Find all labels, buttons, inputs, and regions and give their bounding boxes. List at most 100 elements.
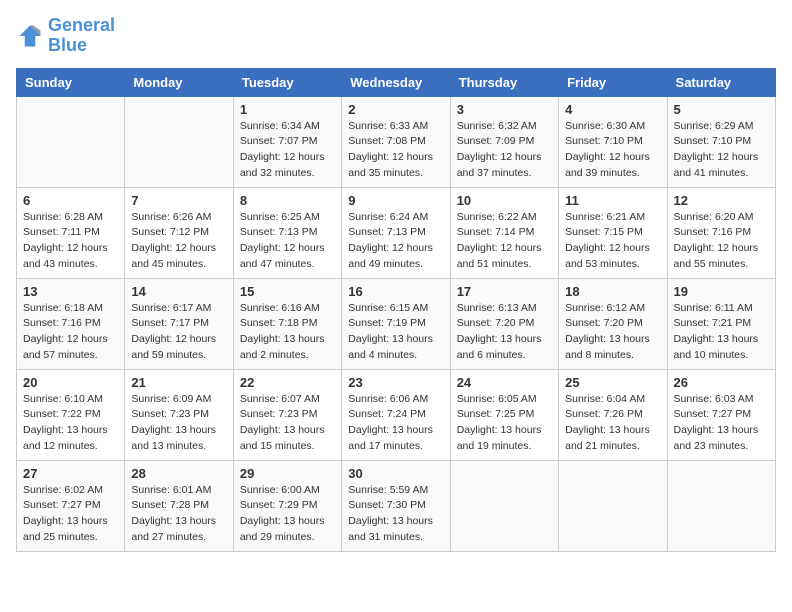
day-info: Sunrise: 6:26 AMSunset: 7:12 PMDaylight:… — [131, 210, 226, 273]
weekday-header: Monday — [125, 68, 233, 96]
day-number: 13 — [23, 284, 118, 299]
day-number: 25 — [565, 375, 660, 390]
calendar-week-row: 13 Sunrise: 6:18 AMSunset: 7:16 PMDayligh… — [17, 278, 776, 369]
day-number: 17 — [457, 284, 552, 299]
page-header: General Blue — [16, 16, 776, 56]
day-info: Sunrise: 6:09 AMSunset: 7:23 PMDaylight:… — [131, 392, 226, 455]
day-info: Sunrise: 6:03 AMSunset: 7:27 PMDaylight:… — [674, 392, 769, 455]
calendar-cell: 13 Sunrise: 6:18 AMSunset: 7:16 PMDayligh… — [17, 278, 125, 369]
calendar-cell: 14 Sunrise: 6:17 AMSunset: 7:17 PMDayligh… — [125, 278, 233, 369]
day-number: 18 — [565, 284, 660, 299]
day-number: 27 — [23, 466, 118, 481]
day-info: Sunrise: 6:28 AMSunset: 7:11 PMDaylight:… — [23, 210, 118, 273]
day-info: Sunrise: 6:06 AMSunset: 7:24 PMDaylight:… — [348, 392, 443, 455]
day-info: Sunrise: 6:24 AMSunset: 7:13 PMDaylight:… — [348, 210, 443, 273]
calendar-week-row: 1 Sunrise: 6:34 AMSunset: 7:07 PMDaylight… — [17, 96, 776, 187]
calendar-cell: 4 Sunrise: 6:30 AMSunset: 7:10 PMDaylight… — [559, 96, 667, 187]
day-number: 4 — [565, 102, 660, 117]
day-number: 23 — [348, 375, 443, 390]
day-info: Sunrise: 6:13 AMSunset: 7:20 PMDaylight:… — [457, 301, 552, 364]
calendar-cell — [450, 460, 558, 551]
day-info: Sunrise: 6:16 AMSunset: 7:18 PMDaylight:… — [240, 301, 335, 364]
day-info: Sunrise: 6:17 AMSunset: 7:17 PMDaylight:… — [131, 301, 226, 364]
day-info: Sunrise: 6:05 AMSunset: 7:25 PMDaylight:… — [457, 392, 552, 455]
day-info: Sunrise: 6:22 AMSunset: 7:14 PMDaylight:… — [457, 210, 552, 273]
weekday-header: Sunday — [17, 68, 125, 96]
day-number: 3 — [457, 102, 552, 117]
day-number: 7 — [131, 193, 226, 208]
calendar-cell: 25 Sunrise: 6:04 AMSunset: 7:26 PMDayligh… — [559, 369, 667, 460]
day-number: 20 — [23, 375, 118, 390]
day-number: 5 — [674, 102, 769, 117]
day-info: Sunrise: 6:21 AMSunset: 7:15 PMDaylight:… — [565, 210, 660, 273]
calendar-cell: 5 Sunrise: 6:29 AMSunset: 7:10 PMDaylight… — [667, 96, 775, 187]
calendar-cell: 20 Sunrise: 6:10 AMSunset: 7:22 PMDayligh… — [17, 369, 125, 460]
calendar-cell: 3 Sunrise: 6:32 AMSunset: 7:09 PMDaylight… — [450, 96, 558, 187]
calendar-cell: 9 Sunrise: 6:24 AMSunset: 7:13 PMDaylight… — [342, 187, 450, 278]
day-info: Sunrise: 6:12 AMSunset: 7:20 PMDaylight:… — [565, 301, 660, 364]
day-number: 21 — [131, 375, 226, 390]
day-number: 30 — [348, 466, 443, 481]
day-info: Sunrise: 6:20 AMSunset: 7:16 PMDaylight:… — [674, 210, 769, 273]
day-number: 14 — [131, 284, 226, 299]
calendar-cell: 10Sunrise: 6:22 AMSunset: 7:14 PMDayligh… — [450, 187, 558, 278]
day-number: 29 — [240, 466, 335, 481]
day-info: Sunrise: 6:07 AMSunset: 7:23 PMDaylight:… — [240, 392, 335, 455]
calendar-cell: 30 Sunrise: 5:59 AMSunset: 7:30 PMDayligh… — [342, 460, 450, 551]
weekday-header: Saturday — [667, 68, 775, 96]
calendar-week-row: 20 Sunrise: 6:10 AMSunset: 7:22 PMDayligh… — [17, 369, 776, 460]
calendar-cell: 12 Sunrise: 6:20 AMSunset: 7:16 PMDayligh… — [667, 187, 775, 278]
weekday-header: Thursday — [450, 68, 558, 96]
day-info: Sunrise: 6:18 AMSunset: 7:16 PMDaylight:… — [23, 301, 118, 364]
day-info: Sunrise: 6:10 AMSunset: 7:22 PMDaylight:… — [23, 392, 118, 455]
day-info: Sunrise: 6:25 AMSunset: 7:13 PMDaylight:… — [240, 210, 335, 273]
weekday-header: Tuesday — [233, 68, 341, 96]
calendar-cell: 19Sunrise: 6:11 AMSunset: 7:21 PMDayligh… — [667, 278, 775, 369]
day-number: 24 — [457, 375, 552, 390]
calendar-cell: 18 Sunrise: 6:12 AMSunset: 7:20 PMDayligh… — [559, 278, 667, 369]
weekday-header: Wednesday — [342, 68, 450, 96]
day-number: 11 — [565, 193, 660, 208]
day-info: Sunrise: 6:04 AMSunset: 7:26 PMDaylight:… — [565, 392, 660, 455]
calendar-week-row: 6Sunrise: 6:28 AMSunset: 7:11 PMDaylight… — [17, 187, 776, 278]
calendar-cell: 21 Sunrise: 6:09 AMSunset: 7:23 PMDayligh… — [125, 369, 233, 460]
day-number: 16 — [348, 284, 443, 299]
calendar-cell: 8Sunrise: 6:25 AMSunset: 7:13 PMDaylight… — [233, 187, 341, 278]
day-info: Sunrise: 6:30 AMSunset: 7:10 PMDaylight:… — [565, 119, 660, 182]
calendar-cell — [667, 460, 775, 551]
calendar-cell: 16 Sunrise: 6:15 AMSunset: 7:19 PMDayligh… — [342, 278, 450, 369]
day-info: Sunrise: 6:01 AMSunset: 7:28 PMDaylight:… — [131, 483, 226, 546]
day-number: 9 — [348, 193, 443, 208]
calendar-cell: 23 Sunrise: 6:06 AMSunset: 7:24 PMDayligh… — [342, 369, 450, 460]
day-number: 15 — [240, 284, 335, 299]
day-number: 1 — [240, 102, 335, 117]
calendar-cell: 7 Sunrise: 6:26 AMSunset: 7:12 PMDaylight… — [125, 187, 233, 278]
calendar-cell — [125, 96, 233, 187]
calendar-cell: 6Sunrise: 6:28 AMSunset: 7:11 PMDaylight… — [17, 187, 125, 278]
day-info: Sunrise: 6:00 AMSunset: 7:29 PMDaylight:… — [240, 483, 335, 546]
day-info: Sunrise: 5:59 AMSunset: 7:30 PMDaylight:… — [348, 483, 443, 546]
day-info: Sunrise: 6:32 AMSunset: 7:09 PMDaylight:… — [457, 119, 552, 182]
calendar-cell: 2Sunrise: 6:33 AMSunset: 7:08 PMDaylight… — [342, 96, 450, 187]
calendar-cell: 11 Sunrise: 6:21 AMSunset: 7:15 PMDayligh… — [559, 187, 667, 278]
calendar-cell: 28 Sunrise: 6:01 AMSunset: 7:28 PMDayligh… — [125, 460, 233, 551]
day-number: 28 — [131, 466, 226, 481]
calendar-cell: 26Sunrise: 6:03 AMSunset: 7:27 PMDayligh… — [667, 369, 775, 460]
calendar-cell: 15 Sunrise: 6:16 AMSunset: 7:18 PMDayligh… — [233, 278, 341, 369]
calendar-cell: 29 Sunrise: 6:00 AMSunset: 7:29 PMDayligh… — [233, 460, 341, 551]
day-number: 22 — [240, 375, 335, 390]
logo: General Blue — [16, 16, 115, 56]
calendar-cell: 1 Sunrise: 6:34 AMSunset: 7:07 PMDaylight… — [233, 96, 341, 187]
calendar-cell: 27 Sunrise: 6:02 AMSunset: 7:27 PMDayligh… — [17, 460, 125, 551]
day-info: Sunrise: 6:34 AMSunset: 7:07 PMDaylight:… — [240, 119, 335, 182]
day-info: Sunrise: 6:15 AMSunset: 7:19 PMDaylight:… — [348, 301, 443, 364]
day-number: 2 — [348, 102, 443, 117]
day-info: Sunrise: 6:29 AMSunset: 7:10 PMDaylight:… — [674, 119, 769, 182]
day-number: 19 — [674, 284, 769, 299]
day-number: 12 — [674, 193, 769, 208]
weekday-header: Friday — [559, 68, 667, 96]
calendar-cell: 22 Sunrise: 6:07 AMSunset: 7:23 PMDayligh… — [233, 369, 341, 460]
calendar-week-row: 27 Sunrise: 6:02 AMSunset: 7:27 PMDayligh… — [17, 460, 776, 551]
calendar-table: SundayMondayTuesdayWednesdayThursdayFrid… — [16, 68, 776, 552]
day-info: Sunrise: 6:02 AMSunset: 7:27 PMDaylight:… — [23, 483, 118, 546]
